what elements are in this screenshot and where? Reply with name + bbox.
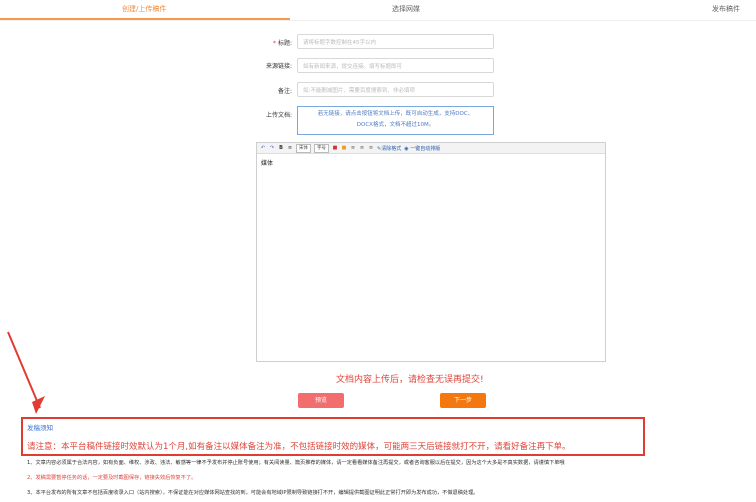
font-size-select[interactable]: 字号: [314, 143, 329, 153]
title-label: * 标题:: [273, 40, 292, 47]
align-right-icon[interactable]: ≡: [368, 145, 374, 151]
font-color-icon[interactable]: ■: [332, 145, 338, 151]
tab-publish[interactable]: 发布稿件: [712, 4, 740, 14]
clear-format-button[interactable]: ✎清除格式: [377, 145, 401, 152]
active-tab-indicator: [0, 18, 290, 20]
notice-main-text: 请注意：本平台稿件链接时效默认为1个月,如有备注以媒体备注为准，不包括链接时效的…: [27, 442, 571, 452]
source-label: 来源链接:: [265, 63, 292, 70]
remark-input[interactable]: 如:不能删减图片、需要百度搜索到、非必填项: [297, 82, 494, 97]
align-center-icon[interactable]: ≡: [359, 145, 365, 151]
editor-content[interactable]: 媒体: [261, 158, 273, 167]
magic-icon: ◉: [404, 145, 409, 152]
tab-create-upload[interactable]: 创建/上传稿件: [122, 4, 166, 14]
source-link-input[interactable]: 如有新闻来源，提交连接。填写标题即可: [297, 58, 494, 73]
submit-warning: 文档内容上传后，请检查无误再提交!: [336, 375, 484, 385]
bold-icon[interactable]: B: [278, 145, 284, 151]
tab-select-media[interactable]: 选择网媒: [392, 4, 420, 14]
notice-rule-1: 1、文章内容必须属于合法内容，如有负面、维权、涉政、违法、敏感等一律不予发布并停…: [27, 460, 565, 466]
rich-text-editor[interactable]: ↶ ↷ B ≡ 宋体 字号 ■ ■ ≡ ≡ ≡ ✎清除格式 ◉ 一键自动排版 媒…: [256, 142, 606, 362]
preview-button[interactable]: 预览: [298, 393, 344, 408]
highlight-icon[interactable]: ■: [341, 145, 347, 151]
next-step-button[interactable]: 下一步: [440, 393, 486, 408]
required-mark: *: [273, 40, 277, 47]
notice-title: 发稿须知: [27, 424, 53, 432]
auto-format-button[interactable]: ◉ 一键自动排版: [404, 145, 440, 152]
upload-label: 上传文档:: [265, 112, 292, 119]
list-icon[interactable]: ≡: [287, 145, 293, 151]
notice-rule-2: 2、发稿需要暂停任务的话，一定要及时截图保存，链接失效后恢复不了。: [27, 475, 197, 481]
remark-label: 备注:: [277, 88, 292, 95]
title-input[interactable]: 请将标题字数控制在45字以内: [297, 34, 494, 49]
notice-rule-3: 3、本平台发布的所有文章不包括百度收录入口（站内搜索），不保证能在对应媒体网站查…: [27, 490, 479, 496]
annotation-arrow: [7, 331, 45, 414]
font-family-select[interactable]: 宋体: [296, 143, 311, 153]
step-tabs: 创建/上传稿件 选择网媒 发布稿件: [0, 0, 756, 21]
upload-document-button[interactable]: 若无链接，请点击按钮将文档上传，既可自动生成，支持DOC、 DOCX格式，文档不…: [297, 106, 494, 135]
align-left-icon[interactable]: ≡: [350, 145, 356, 151]
redo-icon[interactable]: ↷: [269, 145, 275, 151]
undo-icon[interactable]: ↶: [260, 145, 266, 151]
editor-toolbar: ↶ ↷ B ≡ 宋体 字号 ■ ■ ≡ ≡ ≡ ✎清除格式 ◉ 一键自动排版: [257, 143, 605, 154]
